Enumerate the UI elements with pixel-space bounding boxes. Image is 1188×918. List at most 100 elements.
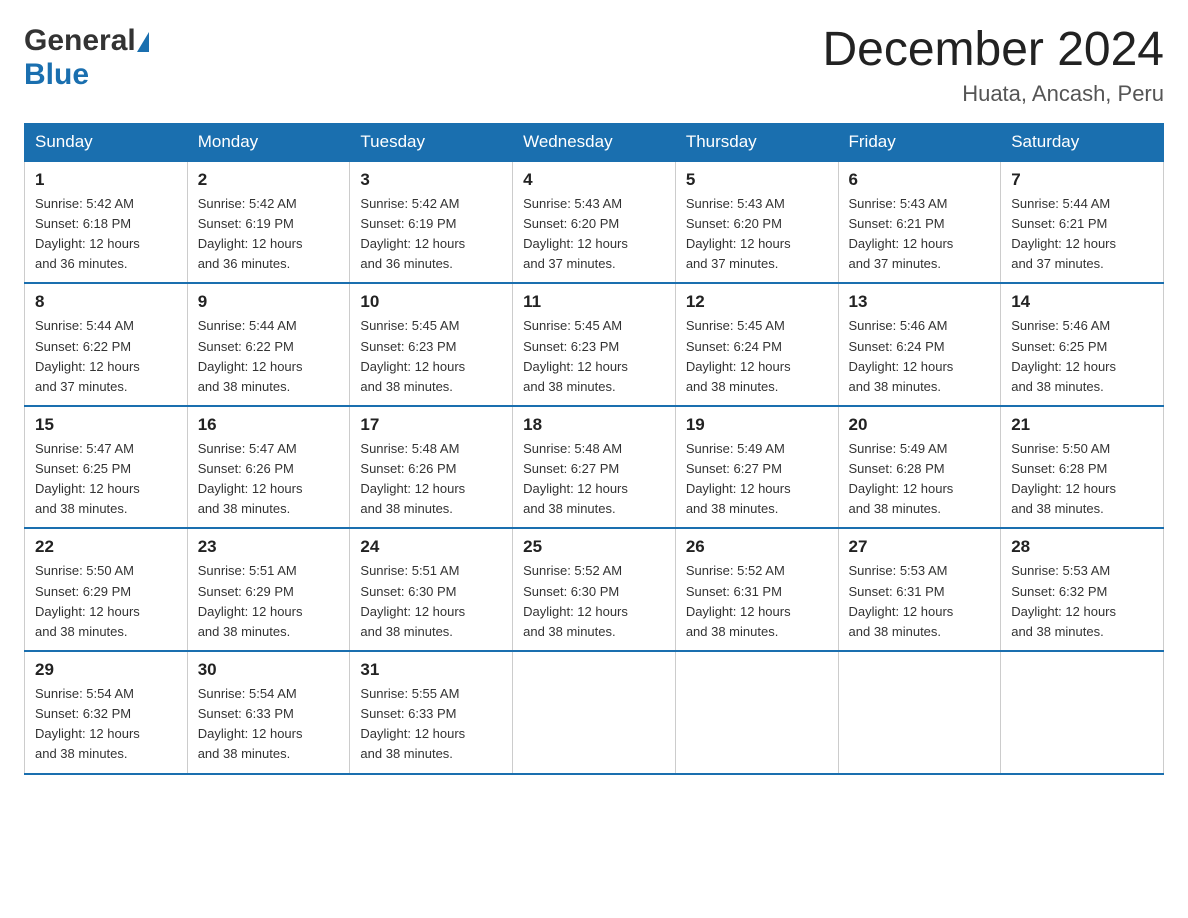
- table-row: 12Sunrise: 5:45 AMSunset: 6:24 PMDayligh…: [675, 283, 838, 406]
- day-number: 25: [523, 537, 665, 557]
- header-sunday: Sunday: [25, 123, 188, 161]
- table-row: [675, 651, 838, 774]
- table-row: 21 Sunrise: 5:50 AMSunset: 6:28 PMDayligh…: [1001, 406, 1164, 529]
- day-info: Sunrise: 5:53 AMSunset: 6:31 PMDaylight:…: [849, 561, 991, 642]
- day-number: 3: [360, 170, 502, 190]
- day-number: 20: [849, 415, 991, 435]
- day-info: Sunrise: 5:45 AMSunset: 6:24 PMDaylight:…: [686, 316, 828, 397]
- day-number: 16: [198, 415, 340, 435]
- table-row: 4 Sunrise: 5:43 AMSunset: 6:20 PMDaylight…: [513, 161, 676, 284]
- table-row: 28Sunrise: 5:53 AMSunset: 6:32 PMDayligh…: [1001, 528, 1164, 651]
- table-row: 27 Sunrise: 5:53 AMSunset: 6:31 PMDayligh…: [838, 528, 1001, 651]
- day-info: Sunrise: 5:42 AMSunset: 6:19 PMDaylight:…: [360, 194, 502, 275]
- day-number: 19: [686, 415, 828, 435]
- day-info: Sunrise: 5:44 AMSunset: 6:22 PMDaylight:…: [35, 316, 177, 397]
- day-number: 17: [360, 415, 502, 435]
- week-row-1: 1Sunrise: 5:42 AMSunset: 6:18 PMDaylight…: [25, 161, 1164, 284]
- logo: General Blue: [24, 24, 149, 92]
- day-number: 14: [1011, 292, 1153, 312]
- table-row: 15 Sunrise: 5:47 AMSunset: 6:25 PMDayligh…: [25, 406, 188, 529]
- table-row: 17 Sunrise: 5:48 AMSunset: 6:26 PMDayligh…: [350, 406, 513, 529]
- day-info: Sunrise: 5:48 AMSunset: 6:26 PMDaylight:…: [360, 439, 502, 520]
- day-number: 7: [1011, 170, 1153, 190]
- week-row-3: 15 Sunrise: 5:47 AMSunset: 6:25 PMDayligh…: [25, 406, 1164, 529]
- day-number: 13: [849, 292, 991, 312]
- day-info: Sunrise: 5:43 AMSunset: 6:21 PMDaylight:…: [849, 194, 991, 275]
- week-row-4: 22Sunrise: 5:50 AMSunset: 6:29 PMDayligh…: [25, 528, 1164, 651]
- day-info: Sunrise: 5:49 AMSunset: 6:27 PMDaylight:…: [686, 439, 828, 520]
- table-row: 20Sunrise: 5:49 AMSunset: 6:28 PMDayligh…: [838, 406, 1001, 529]
- day-info: Sunrise: 5:51 AMSunset: 6:29 PMDaylight:…: [198, 561, 340, 642]
- calendar-table: SundayMondayTuesdayWednesdayThursdayFrid…: [24, 123, 1164, 775]
- day-number: 26: [686, 537, 828, 557]
- location-text: Huata, Ancash, Peru: [822, 81, 1164, 107]
- day-number: 9: [198, 292, 340, 312]
- day-info: Sunrise: 5:42 AMSunset: 6:19 PMDaylight:…: [198, 194, 340, 275]
- day-number: 21: [1011, 415, 1153, 435]
- day-number: 23: [198, 537, 340, 557]
- day-info: Sunrise: 5:54 AMSunset: 6:33 PMDaylight:…: [198, 684, 340, 765]
- table-row: 31Sunrise: 5:55 AMSunset: 6:33 PMDayligh…: [350, 651, 513, 774]
- day-info: Sunrise: 5:43 AMSunset: 6:20 PMDaylight:…: [523, 194, 665, 275]
- day-info: Sunrise: 5:45 AMSunset: 6:23 PMDaylight:…: [523, 316, 665, 397]
- header-thursday: Thursday: [675, 123, 838, 161]
- table-row: 11 Sunrise: 5:45 AMSunset: 6:23 PMDayligh…: [513, 283, 676, 406]
- day-number: 15: [35, 415, 177, 435]
- day-info: Sunrise: 5:51 AMSunset: 6:30 PMDaylight:…: [360, 561, 502, 642]
- calendar-header-row: SundayMondayTuesdayWednesdayThursdayFrid…: [25, 123, 1164, 161]
- day-number: 1: [35, 170, 177, 190]
- day-number: 6: [849, 170, 991, 190]
- page-header: General Blue December 2024 Huata, Ancash…: [24, 24, 1164, 107]
- table-row: 26 Sunrise: 5:52 AMSunset: 6:31 PMDayligh…: [675, 528, 838, 651]
- header-monday: Monday: [187, 123, 350, 161]
- table-row: 14 Sunrise: 5:46 AMSunset: 6:25 PMDayligh…: [1001, 283, 1164, 406]
- day-info: Sunrise: 5:55 AMSunset: 6:33 PMDaylight:…: [360, 684, 502, 765]
- day-number: 22: [35, 537, 177, 557]
- month-title: December 2024: [822, 24, 1164, 77]
- table-row: 25Sunrise: 5:52 AMSunset: 6:30 PMDayligh…: [513, 528, 676, 651]
- logo-general-text: General: [24, 24, 136, 58]
- table-row: 3 Sunrise: 5:42 AMSunset: 6:19 PMDaylight…: [350, 161, 513, 284]
- table-row: 18Sunrise: 5:48 AMSunset: 6:27 PMDayligh…: [513, 406, 676, 529]
- table-row: 10 Sunrise: 5:45 AMSunset: 6:23 PMDayligh…: [350, 283, 513, 406]
- table-row: 7 Sunrise: 5:44 AMSunset: 6:21 PMDaylight…: [1001, 161, 1164, 284]
- day-info: Sunrise: 5:50 AMSunset: 6:28 PMDaylight:…: [1011, 439, 1153, 520]
- table-row: 24Sunrise: 5:51 AMSunset: 6:30 PMDayligh…: [350, 528, 513, 651]
- table-row: 13Sunrise: 5:46 AMSunset: 6:24 PMDayligh…: [838, 283, 1001, 406]
- table-row: 1Sunrise: 5:42 AMSunset: 6:18 PMDaylight…: [25, 161, 188, 284]
- table-row: 29 Sunrise: 5:54 AMSunset: 6:32 PMDayligh…: [25, 651, 188, 774]
- day-info: Sunrise: 5:46 AMSunset: 6:25 PMDaylight:…: [1011, 316, 1153, 397]
- table-row: 19 Sunrise: 5:49 AMSunset: 6:27 PMDayligh…: [675, 406, 838, 529]
- day-info: Sunrise: 5:44 AMSunset: 6:22 PMDaylight:…: [198, 316, 340, 397]
- day-info: Sunrise: 5:47 AMSunset: 6:25 PMDaylight:…: [35, 439, 177, 520]
- day-number: 30: [198, 660, 340, 680]
- day-info: Sunrise: 5:43 AMSunset: 6:20 PMDaylight:…: [686, 194, 828, 275]
- table-row: 2 Sunrise: 5:42 AMSunset: 6:19 PMDaylight…: [187, 161, 350, 284]
- table-row: 22Sunrise: 5:50 AMSunset: 6:29 PMDayligh…: [25, 528, 188, 651]
- table-row: 8Sunrise: 5:44 AMSunset: 6:22 PMDaylight…: [25, 283, 188, 406]
- week-row-2: 8Sunrise: 5:44 AMSunset: 6:22 PMDaylight…: [25, 283, 1164, 406]
- day-info: Sunrise: 5:44 AMSunset: 6:21 PMDaylight:…: [1011, 194, 1153, 275]
- day-number: 11: [523, 292, 665, 312]
- table-row: 23 Sunrise: 5:51 AMSunset: 6:29 PMDayligh…: [187, 528, 350, 651]
- day-number: 2: [198, 170, 340, 190]
- header-wednesday: Wednesday: [513, 123, 676, 161]
- table-row: 16Sunrise: 5:47 AMSunset: 6:26 PMDayligh…: [187, 406, 350, 529]
- day-number: 18: [523, 415, 665, 435]
- day-number: 10: [360, 292, 502, 312]
- table-row: 30 Sunrise: 5:54 AMSunset: 6:33 PMDayligh…: [187, 651, 350, 774]
- table-row: 5Sunrise: 5:43 AMSunset: 6:20 PMDaylight…: [675, 161, 838, 284]
- week-row-5: 29 Sunrise: 5:54 AMSunset: 6:32 PMDayligh…: [25, 651, 1164, 774]
- title-section: December 2024 Huata, Ancash, Peru: [822, 24, 1164, 107]
- day-number: 29: [35, 660, 177, 680]
- day-number: 27: [849, 537, 991, 557]
- day-number: 4: [523, 170, 665, 190]
- table-row: 9 Sunrise: 5:44 AMSunset: 6:22 PMDaylight…: [187, 283, 350, 406]
- day-number: 28: [1011, 537, 1153, 557]
- day-info: Sunrise: 5:54 AMSunset: 6:32 PMDaylight:…: [35, 684, 177, 765]
- table-row: [1001, 651, 1164, 774]
- header-tuesday: Tuesday: [350, 123, 513, 161]
- day-info: Sunrise: 5:45 AMSunset: 6:23 PMDaylight:…: [360, 316, 502, 397]
- day-info: Sunrise: 5:52 AMSunset: 6:31 PMDaylight:…: [686, 561, 828, 642]
- logo-blue-text: Blue: [24, 58, 89, 92]
